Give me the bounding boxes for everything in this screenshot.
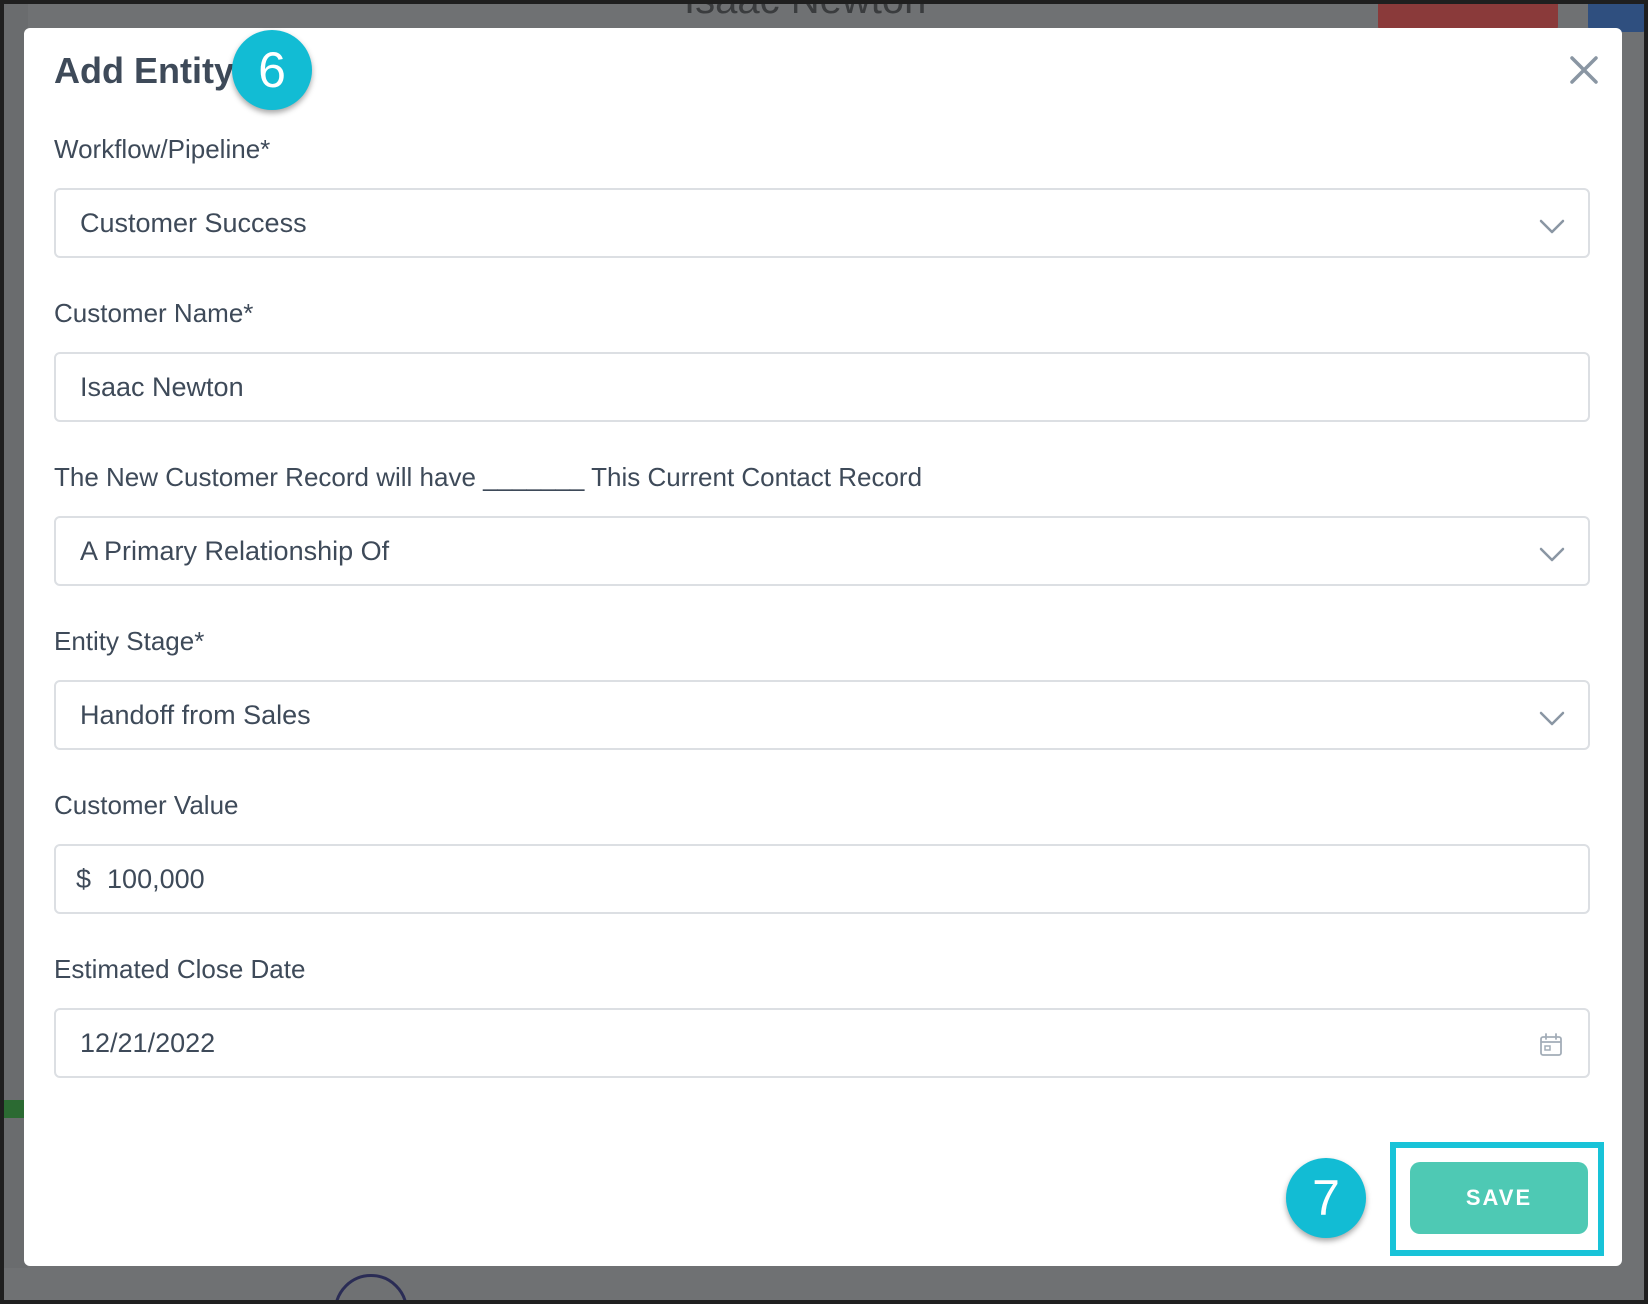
relationship-value: A Primary Relationship Of (80, 535, 390, 566)
calendar-icon[interactable] (1538, 1032, 1564, 1058)
customer-name-input[interactable]: Isaac Newton (54, 352, 1590, 422)
close-icon (1570, 56, 1598, 84)
currency-prefix: $ (76, 863, 92, 894)
close-button[interactable] (1564, 50, 1604, 90)
close-date-label: Estimated Close Date (54, 954, 306, 984)
chevron-down-icon (1539, 219, 1565, 234)
step-badge-7: 7 (1286, 1158, 1366, 1238)
step-badge-6: 6 (232, 30, 312, 110)
workflow-label: Workflow/Pipeline* (54, 134, 271, 164)
entity-stage-select[interactable]: Handoff from Sales (54, 680, 1590, 750)
save-button[interactable]: SAVE (1410, 1162, 1588, 1234)
relationship-select[interactable]: A Primary Relationship Of (54, 516, 1590, 586)
screenshot-frame: Isaac Newton Add Entity 6 Workflow/Pipel… (0, 0, 1648, 1304)
add-entity-modal: Add Entity 6 Workflow/Pipeline* Customer… (24, 28, 1622, 1266)
entity-stage-label: Entity Stage* (54, 626, 205, 656)
workflow-value: Customer Success (80, 207, 307, 238)
relationship-label: The New Customer Record will have ______… (54, 462, 923, 492)
chevron-down-icon (1539, 547, 1565, 562)
customer-name-label: Customer Name* (54, 298, 254, 328)
close-date-value: 12/21/2022 (80, 1027, 216, 1058)
entity-stage-value: Handoff from Sales (80, 699, 311, 730)
background-bottom-row (4, 1268, 1644, 1300)
workflow-select[interactable]: Customer Success (54, 188, 1590, 258)
customer-value-value: 100,000 (107, 863, 205, 894)
customer-value-label: Customer Value (54, 790, 239, 820)
modal-title: Add Entity (54, 50, 234, 91)
chevron-down-icon (1539, 711, 1565, 726)
background-page-title: Isaac Newton (684, 4, 926, 23)
customer-value-input[interactable]: $ 100,000 (54, 844, 1590, 914)
customer-name-value: Isaac Newton (80, 371, 244, 402)
close-date-input[interactable]: 12/21/2022 (54, 1008, 1590, 1078)
